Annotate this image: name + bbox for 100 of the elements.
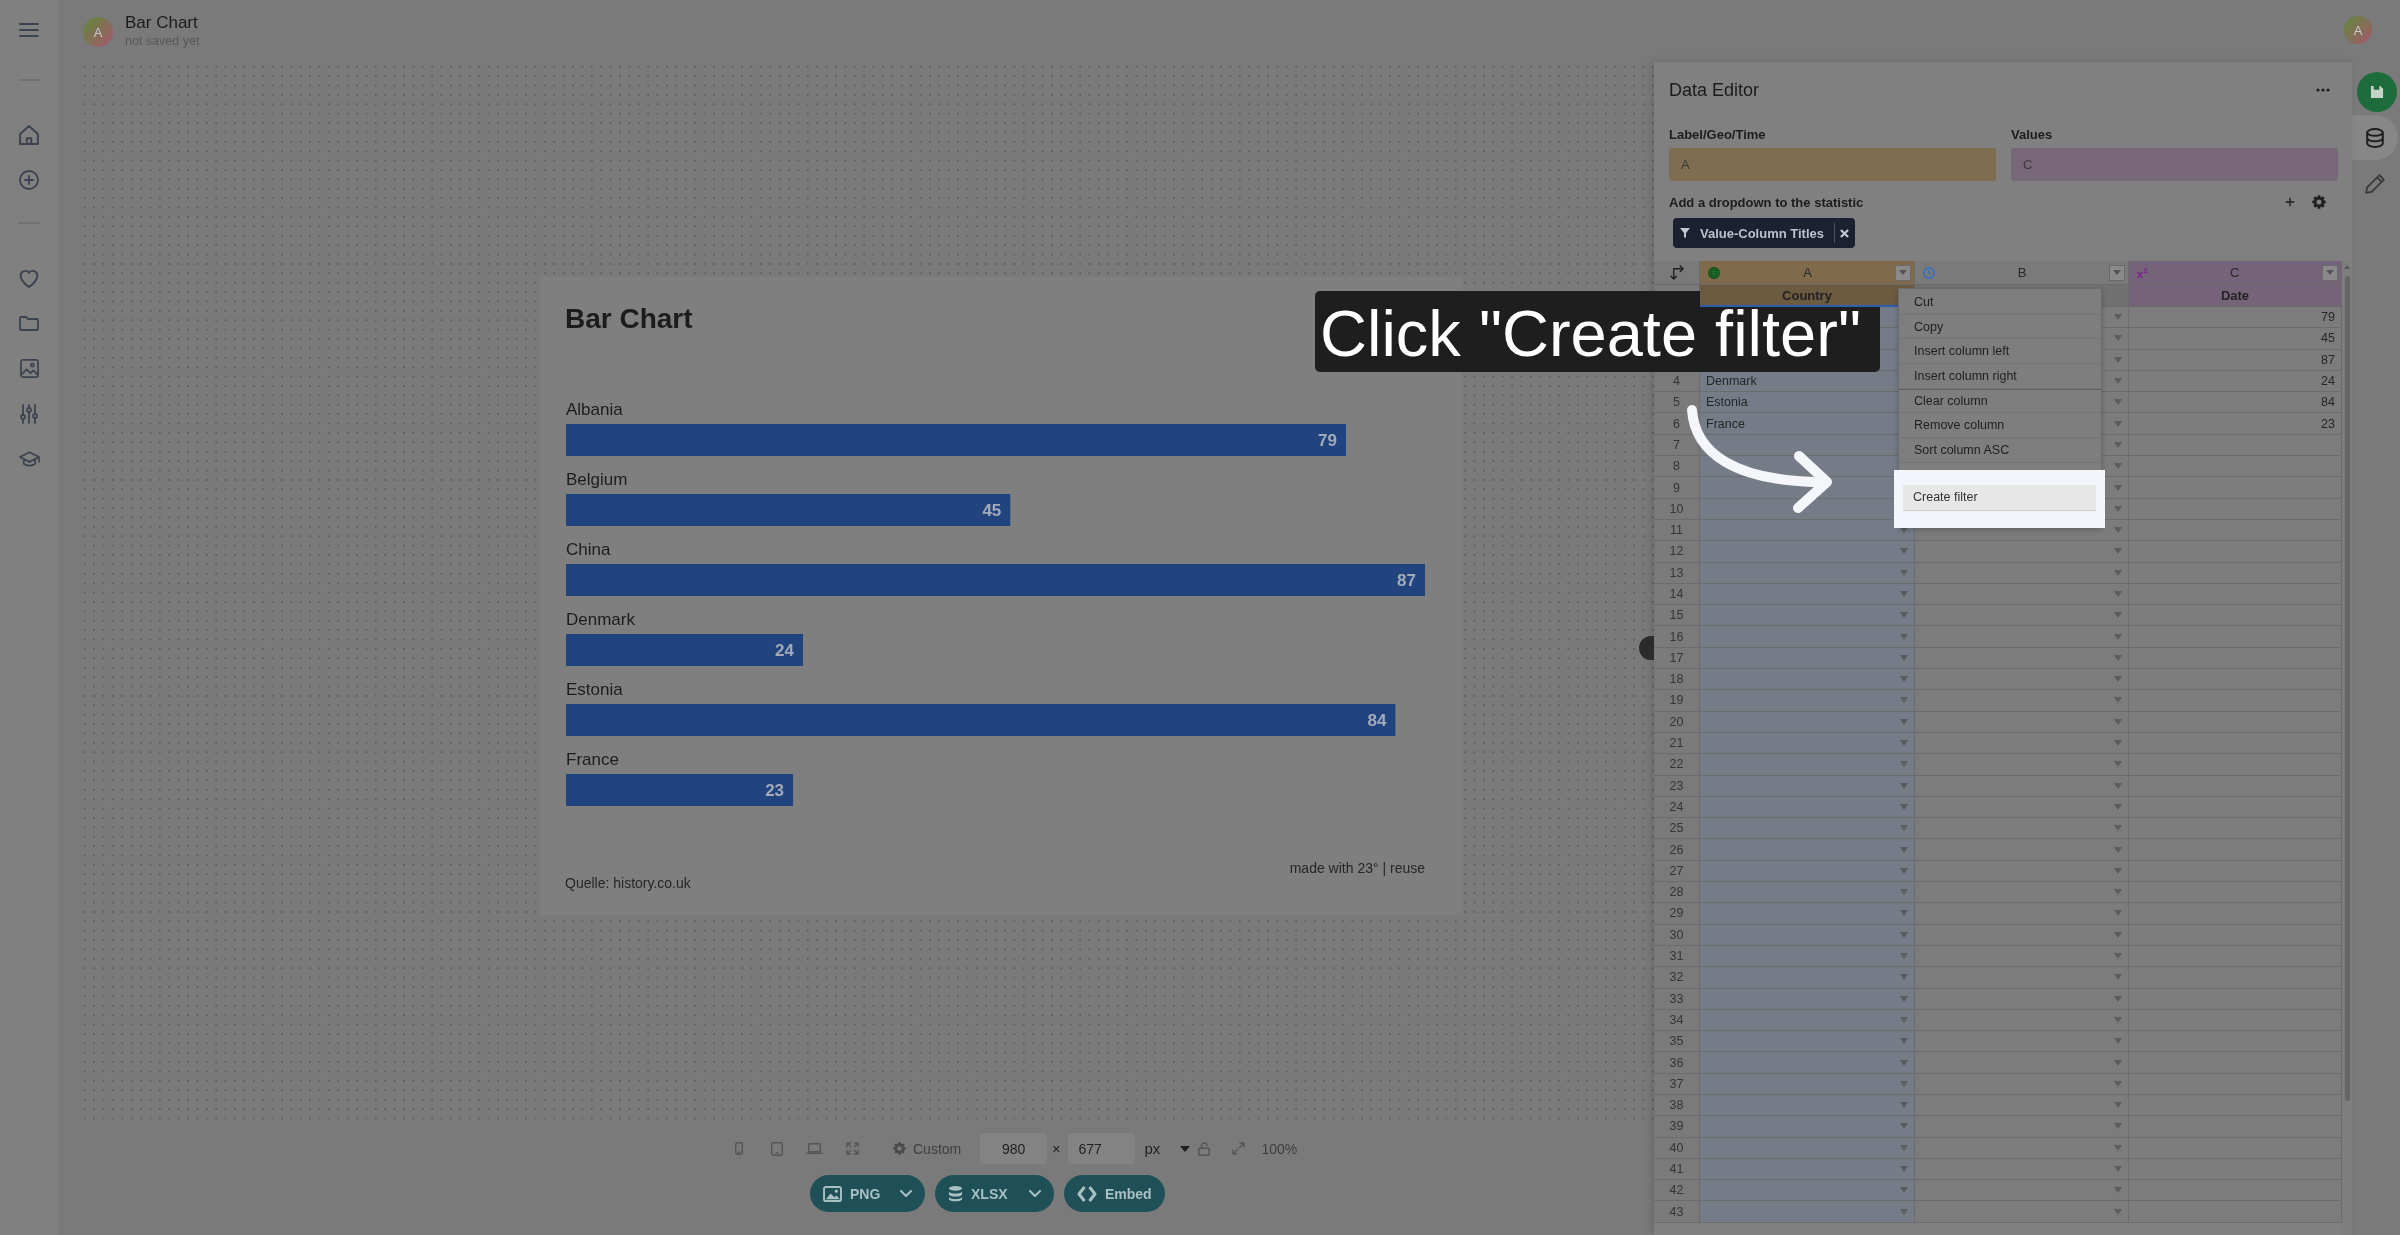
table-cell[interactable] — [1700, 1116, 1915, 1138]
table-cell[interactable] — [1915, 903, 2129, 925]
row-header[interactable]: 21 — [1654, 732, 1700, 755]
folder-icon[interactable] — [19, 316, 39, 331]
row-header[interactable]: 16 — [1654, 626, 1700, 648]
data-export-button[interactable]: XLSX — [935, 1175, 1054, 1212]
row-header[interactable]: 39 — [1654, 1116, 1700, 1138]
row-header[interactable]: 10 — [1654, 498, 1700, 520]
caret-up-icon[interactable] — [2344, 265, 2350, 269]
table-cell[interactable] — [1700, 882, 1915, 904]
table-cell[interactable] — [1915, 882, 2129, 904]
table-cell[interactable] — [1915, 1180, 2129, 1202]
table-cell[interactable] — [1700, 583, 1915, 606]
table-cell[interactable] — [1915, 1137, 2129, 1159]
table-cell[interactable]: 45 — [2129, 328, 2342, 350]
table-cell[interactable] — [1700, 1009, 1915, 1032]
table-cell[interactable] — [1915, 711, 2129, 733]
padlock-icon[interactable] — [1198, 1141, 1211, 1156]
row-header[interactable]: 31 — [1654, 945, 1700, 968]
table-cell[interactable] — [1700, 839, 1915, 861]
column-header[interactable]: A — [1700, 261, 1915, 285]
table-cell[interactable] — [1700, 1052, 1915, 1074]
table-cell[interactable]: 79 — [2129, 307, 2342, 329]
unit-select[interactable]: px — [1142, 1136, 1193, 1161]
table-cell[interactable] — [1700, 626, 1915, 648]
document-title[interactable]: Bar Chart — [125, 13, 200, 33]
row-header[interactable]: 19 — [1654, 690, 1700, 712]
table-cell[interactable] — [1700, 775, 1915, 797]
table-cell[interactable] — [1915, 967, 2129, 989]
chart-avatar[interactable]: A — [83, 17, 113, 47]
image-icon[interactable] — [19, 359, 39, 378]
menu-item[interactable]: Insert column left — [1899, 339, 2101, 365]
preset-button[interactable]: Custom — [893, 1140, 962, 1157]
resize-icon[interactable] — [1232, 1142, 1246, 1155]
column-title[interactable]: Date — [2129, 285, 2342, 307]
table-cell[interactable] — [1915, 669, 2129, 691]
column-header[interactable]: x$^{2}$ C — [2129, 261, 2342, 285]
row-header[interactable]: 34 — [1654, 1009, 1700, 1032]
save-button[interactable] — [2357, 72, 2397, 112]
menu-item[interactable]: Sort column ASC — [1899, 438, 2101, 463]
row-header[interactable]: 28 — [1654, 882, 1700, 904]
row-header[interactable]: 37 — [1654, 1073, 1700, 1095]
table-cell[interactable] — [1915, 924, 2129, 946]
sliders-icon[interactable] — [20, 403, 38, 424]
row-header[interactable]: 13 — [1654, 562, 1700, 584]
table-cell[interactable] — [1915, 562, 2129, 584]
table-cell[interactable] — [1915, 860, 2129, 882]
filter-chip[interactable]: Value-Column Titles — [1673, 218, 1855, 248]
table-cell[interactable] — [1700, 1095, 1915, 1117]
table-cell[interactable] — [1915, 796, 2129, 819]
table-cell[interactable] — [1700, 1201, 1915, 1223]
dropdown-button[interactable] — [2322, 264, 2338, 281]
table-cell[interactable] — [1700, 647, 1915, 670]
table-cell[interactable] — [1915, 775, 2129, 797]
scrollbar[interactable] — [2342, 261, 2352, 1235]
table-cell[interactable] — [1700, 818, 1915, 840]
row-header[interactable]: 9 — [1654, 477, 1700, 499]
table-cell[interactable] — [1915, 1073, 2129, 1095]
row-header[interactable]: 18 — [1654, 669, 1700, 691]
table-cell[interactable] — [1915, 754, 2129, 776]
menu-icon[interactable] — [19, 23, 39, 37]
table-cell[interactable] — [1915, 647, 2129, 670]
row-header[interactable]: 15 — [1654, 605, 1700, 627]
table-cell[interactable] — [1915, 732, 2129, 755]
table-cell[interactable] — [1700, 541, 1915, 563]
table-cell[interactable]: 23 — [2129, 413, 2342, 435]
table-cell[interactable] — [1915, 605, 2129, 627]
dropdown-button[interactable] — [1895, 264, 1911, 281]
table-cell[interactable]: 87 — [2129, 349, 2342, 371]
table-cell[interactable] — [1700, 754, 1915, 776]
row-header[interactable]: 26 — [1654, 839, 1700, 861]
table-cell[interactable] — [1915, 945, 2129, 968]
table-cell[interactable] — [1700, 669, 1915, 691]
table-cell[interactable] — [1700, 605, 1915, 627]
laptop-icon[interactable] — [806, 1143, 823, 1154]
settings-icon[interactable] — [2312, 195, 2326, 209]
height-field[interactable]: 677 — [1068, 1133, 1136, 1164]
row-header[interactable]: 24 — [1654, 796, 1700, 819]
table-cell[interactable] — [1915, 626, 2129, 648]
row-header[interactable]: 42 — [1654, 1180, 1700, 1202]
row-header[interactable]: 5 — [1654, 392, 1700, 414]
row-header[interactable]: 22 — [1654, 754, 1700, 776]
graduation-cap-icon[interactable] — [18, 450, 40, 467]
heart-icon[interactable] — [19, 269, 39, 288]
table-cell[interactable] — [1700, 732, 1915, 755]
row-header[interactable]: 11 — [1654, 519, 1700, 542]
add-circle-icon[interactable] — [19, 169, 39, 190]
table-cell[interactable] — [1915, 1095, 2129, 1117]
menu-item[interactable]: Insert column right — [1899, 364, 2101, 389]
row-header[interactable]: 38 — [1654, 1095, 1700, 1117]
table-cell[interactable] — [1915, 988, 2129, 1010]
table-cell[interactable] — [1915, 1158, 2129, 1181]
menu-item[interactable]: Remove column — [1899, 413, 2101, 439]
table-cell[interactable] — [1915, 541, 2129, 563]
embed-button[interactable]: Embed — [1064, 1175, 1165, 1212]
row-header[interactable]: 35 — [1654, 1031, 1700, 1053]
table-cell[interactable] — [1700, 1180, 1915, 1202]
table-cell[interactable] — [1915, 1052, 2129, 1074]
width-field[interactable]: 980 — [980, 1133, 1048, 1164]
column-field[interactable]: A — [1669, 148, 1996, 181]
